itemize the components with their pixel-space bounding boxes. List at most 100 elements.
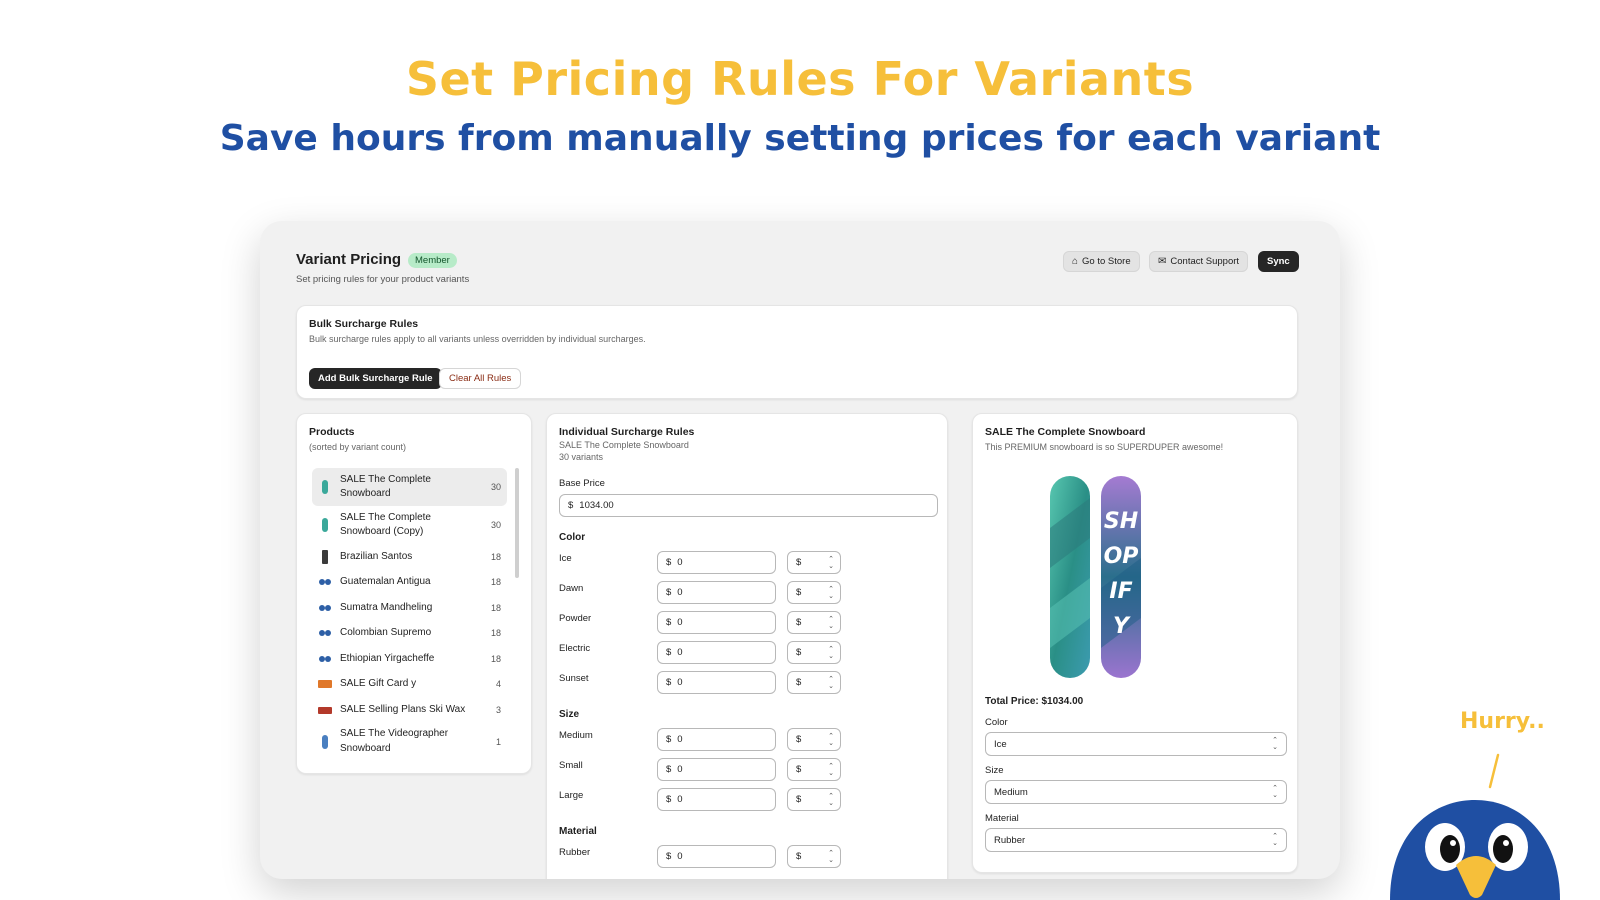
surcharge-type-select[interactable]: $ ⌃ ⌄ <box>787 728 841 751</box>
products-subtitle: (sorted by variant count) <box>309 442 407 452</box>
surcharge-value-input[interactable]: $0 <box>657 551 776 574</box>
bulk-title: Bulk Surcharge Rules <box>309 318 419 330</box>
coffee-beans-icon <box>318 601 332 615</box>
product-item[interactable]: SALE The Complete Snowboard 30 <box>312 468 507 506</box>
variant-count: 18 <box>490 602 501 613</box>
chevron-up-down-icon: ⌃ ⌄ <box>828 792 834 807</box>
product-name: SALE The Videographer Snowboard <box>340 728 449 754</box>
product-item[interactable]: SALE The Complete Snowboard (Copy) 30 <box>312 506 507 544</box>
surcharge-type-select[interactable]: $ ⌃ ⌄ <box>787 758 841 781</box>
svg-text:OP: OP <box>1104 544 1139 569</box>
product-list: SALE The Complete Snowboard 30 SALE The … <box>312 468 507 761</box>
surcharge-value-input[interactable]: $0 <box>657 758 776 781</box>
currency-symbol: $ <box>666 794 672 805</box>
surcharge-value-input[interactable]: $0 <box>657 788 776 811</box>
material-select[interactable]: Rubber ⌃ ⌄ <box>985 828 1287 852</box>
surcharge-value-input[interactable]: $0 <box>657 845 776 868</box>
surcharge-type: $ <box>796 557 802 568</box>
surcharge-type-select[interactable]: $ ⌃ ⌄ <box>787 671 841 694</box>
coffee-beans-icon <box>318 652 332 666</box>
go-to-store-button[interactable]: ⌂ Go to Store <box>1063 251 1140 272</box>
surcharge-value: 0 <box>677 794 683 805</box>
surcharge-type-select[interactable]: $ ⌃ ⌄ <box>787 611 841 634</box>
chevron-up-down-icon: ⌃ ⌄ <box>1272 737 1278 751</box>
surcharge-type: $ <box>796 764 802 775</box>
product-item[interactable]: SALE The Videographer Snowboard 1 <box>312 723 507 761</box>
product-item[interactable]: SALE Gift Card y 4 <box>312 672 507 698</box>
surcharge-type: $ <box>796 794 802 805</box>
surcharge-value-input[interactable]: $0 <box>657 641 776 664</box>
currency-symbol: $ <box>666 734 672 745</box>
product-name: Ethiopian Yirgacheffe <box>340 652 435 664</box>
product-item[interactable]: Colombian Supremo 18 <box>312 621 507 647</box>
surcharge-type: $ <box>796 587 802 598</box>
bulk-surcharge-card: Bulk Surcharge Rules Bulk surcharge rule… <box>296 305 1298 399</box>
surcharge-value-input[interactable]: $0 <box>657 728 776 751</box>
coffee-bag-icon <box>318 549 332 564</box>
gift-card-icon <box>318 677 332 691</box>
surcharge-type-select[interactable]: $ ⌃ ⌄ <box>787 845 841 868</box>
currency-symbol: $ <box>666 677 672 688</box>
selected-value: Rubber <box>994 834 1026 846</box>
go-to-store-label: Go to Store <box>1082 256 1131 267</box>
products-card: Products (sorted by variant count) SALE … <box>296 413 532 774</box>
surcharge-value-input[interactable]: $0 <box>657 611 776 634</box>
surcharge-type: $ <box>796 734 802 745</box>
surcharge-type: $ <box>796 677 802 688</box>
surcharge-type-select[interactable]: $ ⌃ ⌄ <box>787 788 841 811</box>
currency-symbol: $ <box>568 500 574 511</box>
page-title: Variant Pricing <box>296 251 402 268</box>
base-price-input[interactable]: $ 1034.00 <box>559 494 938 517</box>
hero-title: Set Pricing Rules For Variants <box>405 52 1195 106</box>
add-bulk-rule-button[interactable]: Add Bulk Surcharge Rule <box>309 368 442 389</box>
chevron-up-down-icon: ⌃ ⌄ <box>828 615 834 630</box>
surcharge-type-select[interactable]: $ ⌃ ⌄ <box>787 641 841 664</box>
variant-count: 4 <box>495 679 501 690</box>
surcharge-type: $ <box>796 647 802 658</box>
clear-all-rules-button[interactable]: Clear All Rules <box>439 368 522 389</box>
surcharge-value: 0 <box>677 764 683 775</box>
ski-wax-icon <box>318 703 332 717</box>
size-select[interactable]: Medium ⌃ ⌄ <box>985 780 1287 804</box>
chevron-up-down-icon: ⌃ ⌄ <box>828 762 834 777</box>
variant-count: 1 <box>495 736 501 747</box>
coffee-beans-icon <box>318 575 332 589</box>
product-item[interactable]: Sumatra Mandheling 18 <box>312 595 507 621</box>
option-label: Sunset <box>559 673 589 684</box>
product-name: SALE The Complete Snowboard (Copy) <box>340 511 431 538</box>
product-item[interactable]: Guatemalan Antigua 18 <box>312 570 507 596</box>
option-label: Small <box>559 760 583 771</box>
color-select[interactable]: Ice ⌃ ⌄ <box>985 732 1287 756</box>
surcharge-value-input[interactable]: $0 <box>657 581 776 604</box>
mascot-speech: Hurry.. <box>1460 709 1545 734</box>
option-label: Dawn <box>559 583 584 594</box>
svg-text:SH: SH <box>1104 509 1138 534</box>
surcharge-type-select[interactable]: $ ⌃ ⌄ <box>787 581 841 604</box>
surcharge-value: 0 <box>677 851 683 862</box>
base-price-label: Base Price <box>559 478 605 489</box>
products-title: Products <box>309 426 355 438</box>
hero-subtitle: Save hours from manually setting prices … <box>219 118 1381 159</box>
product-item[interactable]: Brazilian Santos 18 <box>312 544 507 570</box>
sync-button[interactable]: Sync <box>1258 251 1299 272</box>
product-item[interactable]: Ethiopian Yirgacheffe 18 <box>312 646 507 672</box>
surcharge-type-select[interactable]: $ ⌃ ⌄ <box>787 551 841 574</box>
snowboard-icon <box>318 518 332 532</box>
product-list-scrollbar[interactable] <box>515 468 519 578</box>
product-item[interactable]: SALE Selling Plans Ski Wax 3 <box>312 697 507 723</box>
contact-support-button[interactable]: ✉ Contact Support <box>1149 251 1249 272</box>
variant-count: 3 <box>495 704 501 715</box>
option-label: Rubber <box>559 847 591 858</box>
selector-label: Material <box>985 813 1019 824</box>
chevron-up-down-icon: ⌃ ⌄ <box>1272 785 1278 799</box>
currency-symbol: $ <box>666 617 672 628</box>
currency-symbol: $ <box>666 557 672 568</box>
surcharge-value: 0 <box>677 677 683 688</box>
variant-count: 30 <box>490 482 501 492</box>
surcharge-value-input[interactable]: $0 <box>657 671 776 694</box>
group-title: Color <box>559 532 586 543</box>
option-label: Powder <box>559 613 592 624</box>
coffee-beans-icon <box>318 626 332 640</box>
page-subtitle: Set pricing rules for your product varia… <box>296 274 470 285</box>
product-name: SALE Selling Plans Ski Wax <box>340 703 466 715</box>
